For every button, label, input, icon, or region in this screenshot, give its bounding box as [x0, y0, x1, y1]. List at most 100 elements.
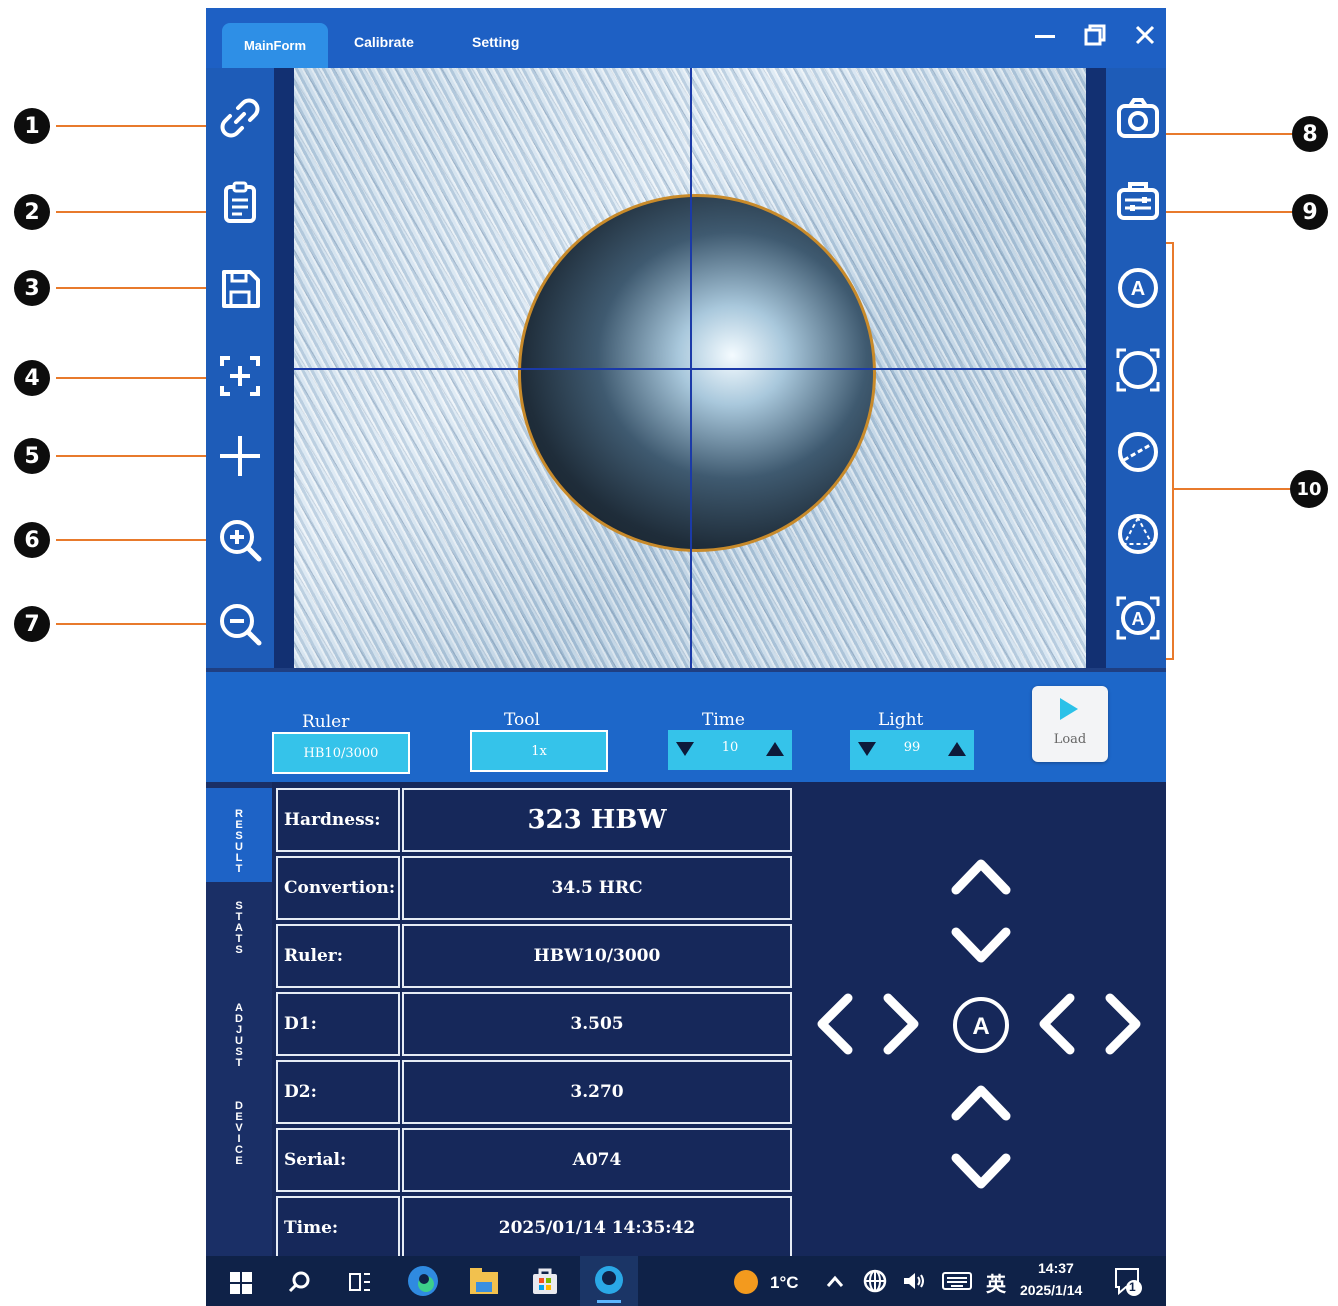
diameter-icon[interactable] [1114, 428, 1162, 476]
chevron-left-icon[interactable] [814, 992, 854, 1056]
tab-calibrate[interactable]: Calibrate [354, 34, 414, 50]
app-active-icon[interactable] [580, 1256, 638, 1306]
time-stepper[interactable]: 10 [668, 730, 792, 770]
play-icon [1060, 698, 1078, 720]
svg-text:A: A [1131, 278, 1145, 300]
tool-field[interactable]: 1x [470, 730, 608, 772]
weather-temp[interactable]: 1°C [770, 1273, 799, 1293]
focus-icon[interactable] [216, 352, 264, 400]
callout-8-leader [1166, 133, 1292, 135]
left-gutter [274, 68, 294, 668]
row-key: Hardness: [276, 788, 400, 852]
ruler-field[interactable]: HB10/3000 [272, 732, 410, 774]
callout-5: 5 [14, 438, 50, 474]
row-key: Convertion: [276, 856, 400, 920]
auto-center-button[interactable]: A [952, 996, 1010, 1054]
side-tabs: RESULT STATS ADJUST DEVICE [206, 782, 272, 1256]
clock-date[interactable]: 2025/1/14 [1020, 1282, 1082, 1298]
callout-1: 1 [14, 108, 50, 144]
search-icon[interactable] [288, 1270, 312, 1299]
file-explorer-icon[interactable] [468, 1266, 500, 1301]
left-toolbar [206, 68, 274, 668]
load-label: Load [1053, 732, 1087, 747]
row-value: 3.270 [402, 1060, 792, 1124]
table-row: Ruler: HBW10/3000 [276, 924, 794, 988]
time-increase-icon[interactable] [766, 742, 784, 756]
windows-start-icon[interactable] [230, 1272, 252, 1299]
restore-icon[interactable] [1082, 22, 1108, 48]
auto-center-label: A [972, 1013, 989, 1040]
svg-text:A: A [1132, 609, 1145, 629]
clipboard-icon[interactable] [216, 178, 264, 226]
microscope-view[interactable] [294, 68, 1086, 668]
zoom-in-icon[interactable] [216, 516, 264, 564]
light-increase-icon[interactable] [948, 742, 966, 756]
crosshair-vertical[interactable] [690, 68, 692, 668]
tab-device-label: DEVICE [233, 1100, 245, 1166]
auto-measure-icon[interactable]: A [1114, 264, 1162, 312]
hardness-value: 323 HBW [402, 788, 792, 852]
volume-icon[interactable] [902, 1270, 926, 1297]
callout-9: 9 [1292, 194, 1328, 230]
row-key: Serial: [276, 1128, 400, 1192]
indentation-mark [518, 194, 876, 552]
tab-adjust[interactable]: ADJUST [206, 1002, 272, 1082]
row-key: Ruler: [276, 924, 400, 988]
close-icon[interactable] [1132, 22, 1158, 48]
right-toolbar: A A [1106, 68, 1166, 668]
tab-result-label: RESULT [233, 808, 245, 874]
circle-measure-icon[interactable] [1114, 346, 1162, 394]
light-label: Light [878, 710, 924, 730]
taskbar: 1°C 英 14:37 2025/1/14 1 [206, 1256, 1166, 1306]
three-point-icon[interactable] [1114, 510, 1162, 558]
chevron-down-icon[interactable] [950, 926, 1012, 966]
callout-10: 10 [1290, 470, 1328, 508]
minimize-icon[interactable] [1032, 22, 1058, 48]
row-value: HBW10/3000 [402, 924, 792, 988]
chevron-down-icon[interactable] [950, 1152, 1012, 1192]
callout-8: 8 [1292, 116, 1328, 152]
camera-icon[interactable] [1114, 94, 1162, 142]
crosshair-icon[interactable] [216, 432, 264, 480]
tab-device[interactable]: DEVICE [206, 1100, 272, 1180]
save-icon[interactable] [216, 264, 264, 312]
tab-mainform[interactable]: MainForm [222, 23, 328, 68]
tab-setting[interactable]: Setting [472, 34, 519, 50]
callout-2-leader [56, 211, 218, 213]
notification-icon[interactable]: 1 [1114, 1266, 1144, 1303]
chevron-left-icon[interactable] [1036, 992, 1076, 1056]
row-value: 2025/01/14 14:35:42 [402, 1196, 792, 1260]
ime-indicator[interactable]: 英 [986, 1268, 1006, 1297]
task-view-icon[interactable] [348, 1270, 372, 1299]
chevron-up-icon[interactable] [824, 1270, 846, 1297]
store-icon[interactable] [530, 1266, 560, 1301]
chevron-right-icon[interactable] [1104, 992, 1144, 1056]
auto-frame-icon[interactable]: A [1114, 594, 1162, 642]
row-value: 34.5 HRC [402, 856, 792, 920]
load-button[interactable]: Load [1032, 686, 1108, 762]
table-row: Serial: A074 [276, 1128, 794, 1192]
keyboard-icon[interactable] [942, 1270, 972, 1297]
table-row: Convertion: 34.5 HRC [276, 856, 794, 920]
chevron-up-icon[interactable] [950, 856, 1012, 896]
callout-4: 4 [14, 360, 50, 396]
light-stepper[interactable]: 99 [850, 730, 974, 770]
result-area: RESULT STATS ADJUST DEVICE Hardness: 323… [206, 782, 1166, 1260]
link-icon[interactable] [216, 94, 264, 142]
time-label: Time [702, 710, 745, 730]
chevron-up-icon[interactable] [950, 1082, 1012, 1122]
callout-2: 2 [14, 194, 50, 230]
title-bar: MainForm Calibrate Setting [206, 8, 1166, 68]
tab-stats-label: STATS [233, 900, 245, 955]
callout-4-leader [56, 377, 218, 379]
edge-icon[interactable] [406, 1264, 440, 1303]
tool-label: Tool [504, 710, 540, 730]
bracket-right [1172, 242, 1174, 660]
chevron-right-icon[interactable] [882, 992, 922, 1056]
tab-result[interactable]: RESULT [206, 788, 272, 882]
tab-stats[interactable]: STATS [206, 900, 272, 980]
clock-time[interactable]: 14:37 [1038, 1260, 1074, 1276]
network-icon[interactable] [862, 1268, 888, 1299]
zoom-out-icon[interactable] [216, 600, 264, 648]
settings-panel-icon[interactable] [1114, 176, 1162, 224]
